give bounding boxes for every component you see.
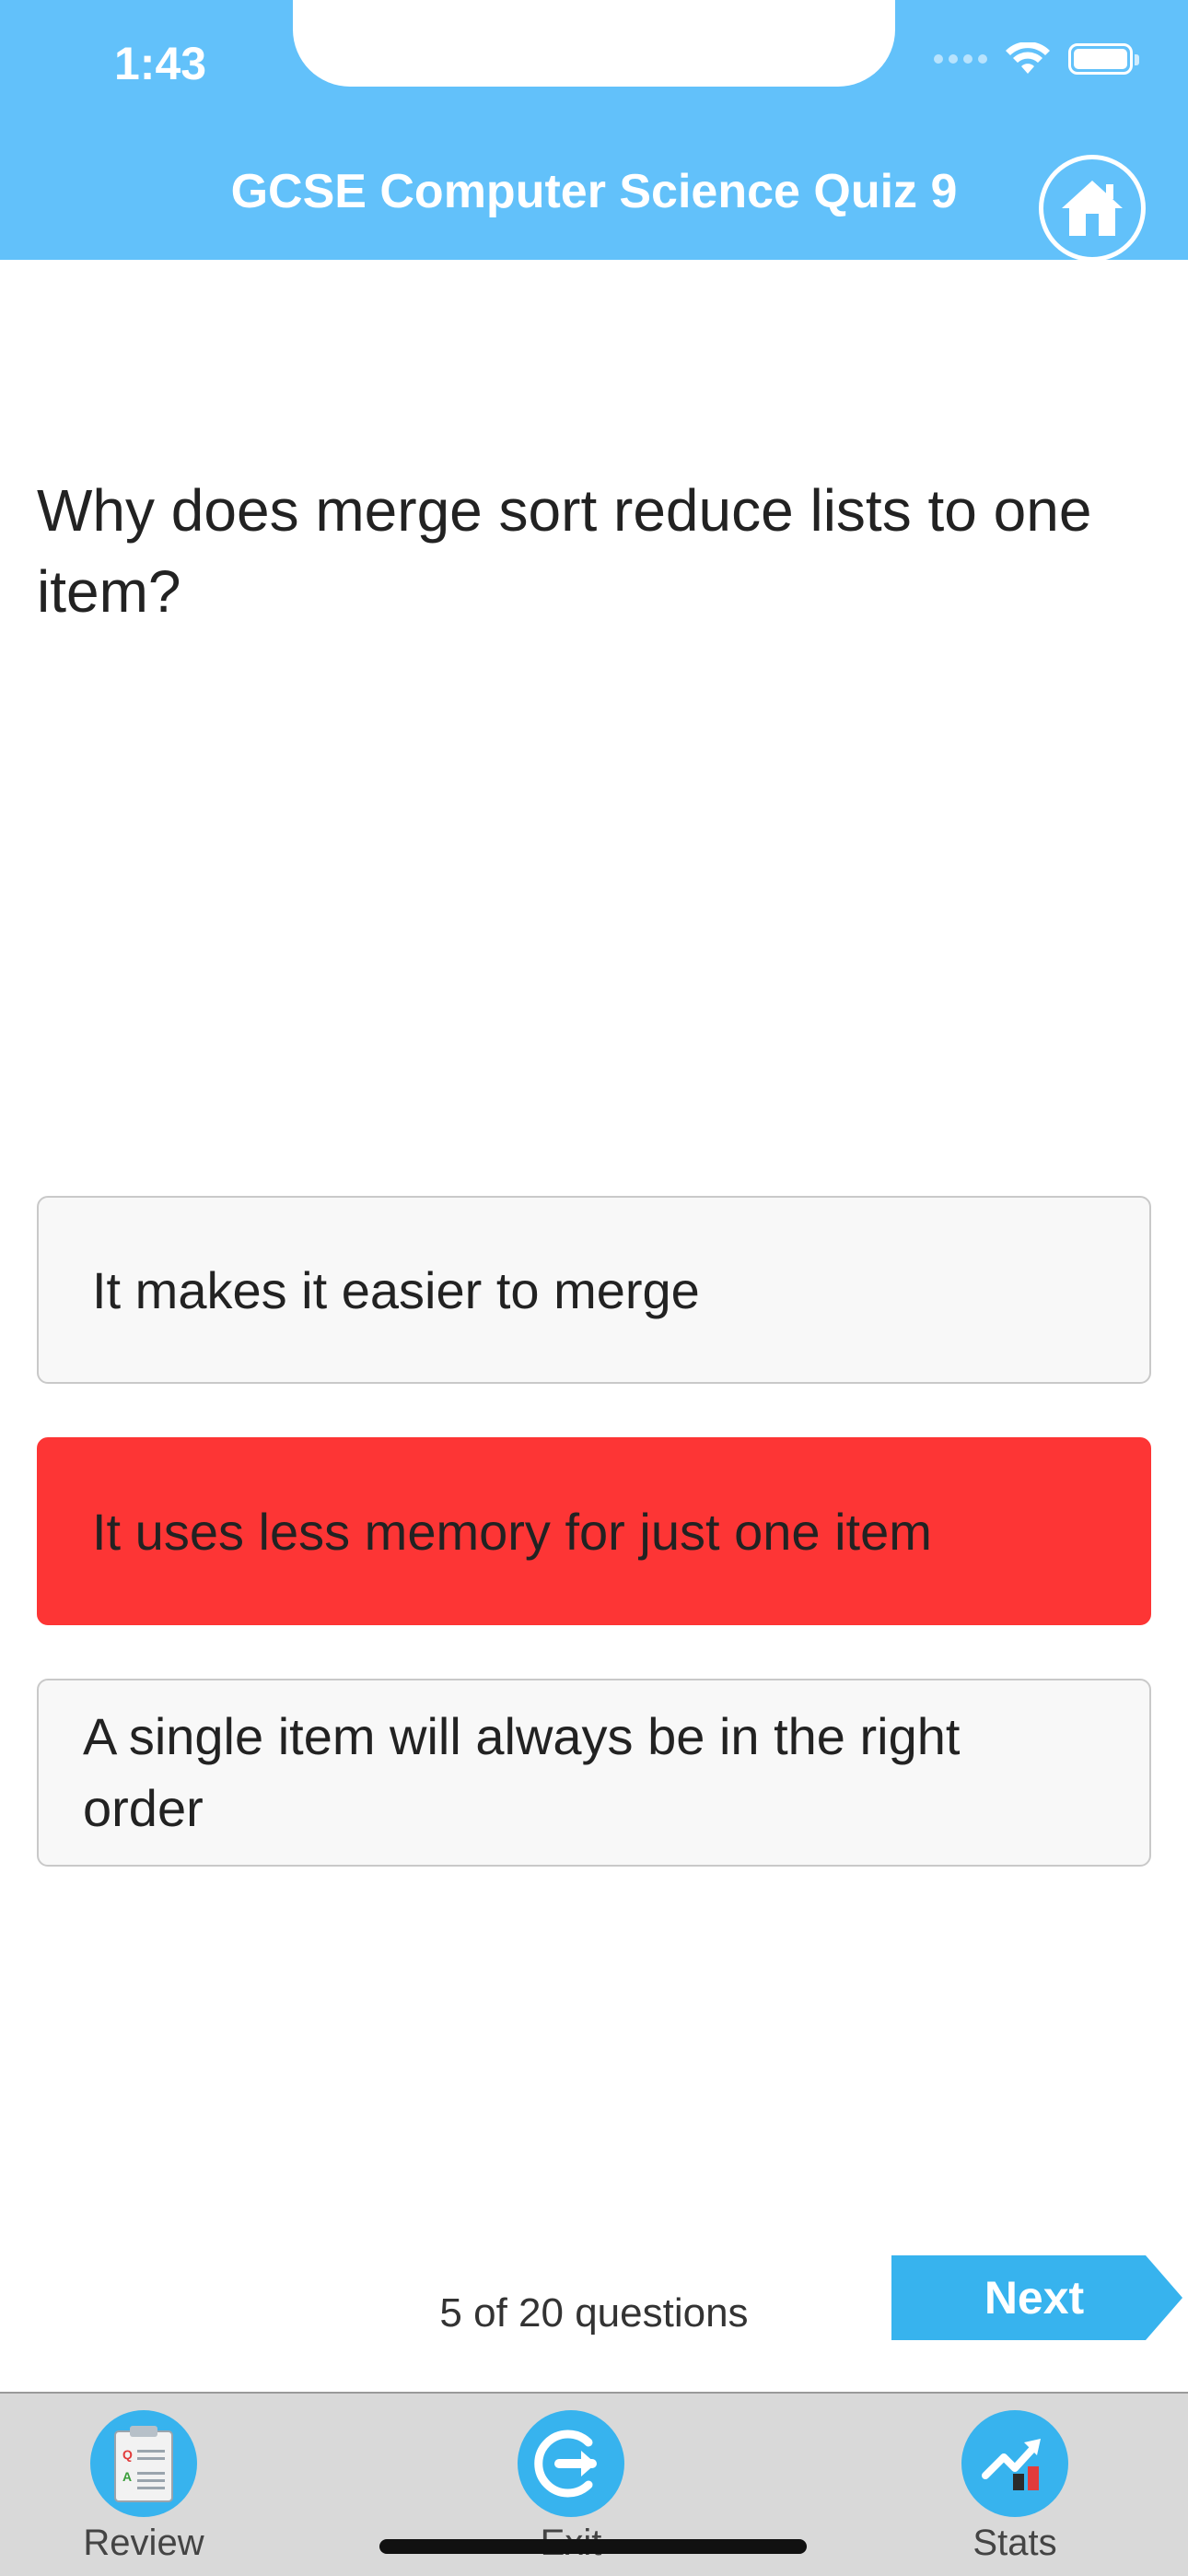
answer-option-label: A single item will always be in the righ… <box>83 1707 961 1837</box>
header-bar: 1:43 GCSE Computer Science Quiz 9 <box>0 0 1188 262</box>
tab-stats[interactable]: Stats <box>923 2410 1107 2564</box>
answer-option-label: It uses less memory for just one item <box>92 1502 932 1561</box>
answer-option-3[interactable]: A single item will always be in the righ… <box>37 1679 1151 1867</box>
next-button-label: Next <box>984 2272 1085 2324</box>
tab-stats-label: Stats <box>973 2523 1057 2563</box>
signal-icon <box>934 54 987 64</box>
tab-review-label: Review <box>83 2523 204 2563</box>
answer-option-label: It makes it easier to merge <box>92 1260 700 1319</box>
chart-icon <box>961 2410 1068 2517</box>
next-button[interactable]: Next <box>891 2255 1182 2340</box>
wifi-icon <box>1006 42 1050 74</box>
answer-option-2[interactable]: It uses less memory for just one item <box>37 1437 1151 1625</box>
exit-icon <box>518 2410 624 2517</box>
clipboard-icon: Q A <box>90 2410 197 2517</box>
question-text: Why does merge sort reduce lists to one … <box>37 477 1092 625</box>
home-button[interactable] <box>1039 155 1146 262</box>
status-icons <box>934 42 1139 76</box>
home-icon <box>1062 181 1123 236</box>
svg-text:A: A <box>122 2469 132 2484</box>
page-title: GCSE Computer Science Quiz 9 <box>230 165 958 218</box>
tab-review[interactable]: Q A Review <box>52 2410 236 2564</box>
status-time: 1:43 <box>114 38 207 89</box>
answer-option-1[interactable]: It makes it easier to merge <box>37 1196 1151 1384</box>
battery-icon <box>1068 43 1139 75</box>
device-notch <box>293 0 895 87</box>
home-indicator[interactable] <box>379 2539 807 2554</box>
svg-text:Q: Q <box>122 2447 133 2462</box>
quiz-screen: 1:43 GCSE Computer Science Quiz 9 Why do… <box>0 0 1188 2576</box>
